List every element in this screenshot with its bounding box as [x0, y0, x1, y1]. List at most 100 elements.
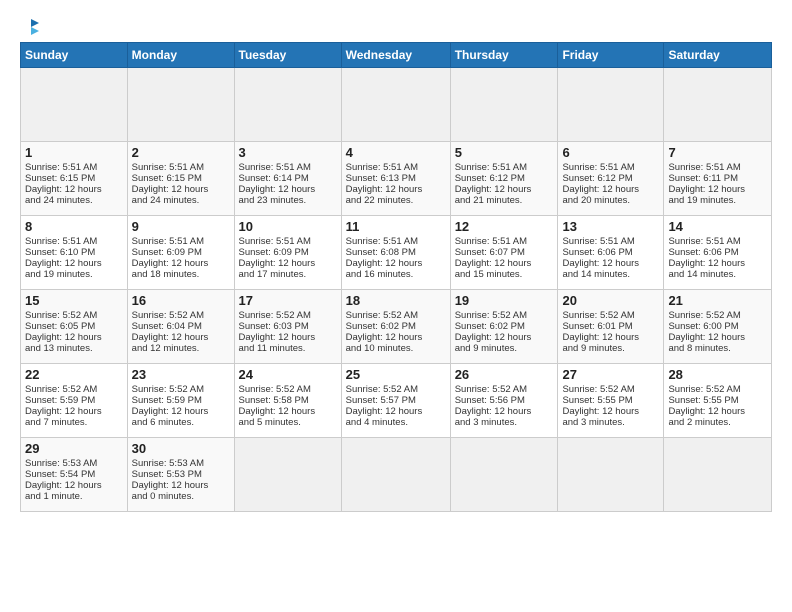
daylight-minutes: and 19 minutes.: [668, 195, 736, 206]
daylight-minutes: and 23 minutes.: [239, 195, 307, 206]
day-number: 27: [562, 367, 659, 382]
calendar-table: SundayMondayTuesdayWednesdayThursdayFrid…: [20, 42, 772, 512]
sunset-text: Sunset: 6:13 PM: [346, 173, 416, 184]
col-header-tuesday: Tuesday: [234, 43, 341, 68]
sunrise-text: Sunrise: 5:52 AM: [25, 384, 97, 395]
day-cell: [234, 68, 341, 142]
day-number: 3: [239, 145, 337, 160]
sunset-text: Sunset: 6:10 PM: [25, 247, 95, 258]
sunset-text: Sunset: 6:08 PM: [346, 247, 416, 258]
daylight-minutes: and 17 minutes.: [239, 269, 307, 280]
sunrise-text: Sunrise: 5:52 AM: [562, 384, 634, 395]
day-number: 4: [346, 145, 446, 160]
sunset-text: Sunset: 6:01 PM: [562, 321, 632, 332]
sunrise-text: Sunrise: 5:51 AM: [455, 236, 527, 247]
daylight-minutes: and 8 minutes.: [668, 343, 730, 354]
daylight-minutes: and 18 minutes.: [132, 269, 200, 280]
day-number: 26: [455, 367, 554, 382]
day-number: 7: [668, 145, 767, 160]
daylight-label: Daylight: 12 hours: [132, 406, 209, 417]
sunset-text: Sunset: 6:03 PM: [239, 321, 309, 332]
sunset-text: Sunset: 5:56 PM: [455, 395, 525, 406]
sunset-text: Sunset: 5:53 PM: [132, 469, 202, 480]
daylight-label: Daylight: 12 hours: [562, 406, 639, 417]
col-header-friday: Friday: [558, 43, 664, 68]
sunset-text: Sunset: 5:59 PM: [25, 395, 95, 406]
day-number: 21: [668, 293, 767, 308]
daylight-label: Daylight: 12 hours: [346, 332, 423, 343]
daylight-minutes: and 14 minutes.: [562, 269, 630, 280]
col-header-saturday: Saturday: [664, 43, 772, 68]
day-cell: 25 Sunrise: 5:52 AMSunset: 5:57 PMDayligh…: [341, 364, 450, 438]
col-header-thursday: Thursday: [450, 43, 558, 68]
day-cell: 4Sunrise: 5:51 AMSunset: 6:13 PMDaylight…: [341, 142, 450, 216]
daylight-label: Daylight: 12 hours: [346, 406, 423, 417]
sunset-text: Sunset: 6:12 PM: [455, 173, 525, 184]
day-cell: 29Sunrise: 5:53 AMSunset: 5:54 PMDayligh…: [21, 438, 128, 512]
day-cell: [450, 438, 558, 512]
sunrise-text: Sunrise: 5:51 AM: [132, 236, 204, 247]
daylight-minutes: and 2 minutes.: [668, 417, 730, 428]
day-number: 25: [346, 367, 446, 382]
sunset-text: Sunset: 5:55 PM: [668, 395, 738, 406]
sunset-text: Sunset: 6:07 PM: [455, 247, 525, 258]
daylight-label: Daylight: 12 hours: [455, 406, 532, 417]
day-cell: 26 Sunrise: 5:52 AMSunset: 5:56 PMDayligh…: [450, 364, 558, 438]
sunrise-text: Sunrise: 5:52 AM: [455, 384, 527, 395]
day-cell: [664, 68, 772, 142]
day-cell: 5Sunrise: 5:51 AMSunset: 6:12 PMDaylight…: [450, 142, 558, 216]
logo: [20, 18, 40, 32]
day-number: 11: [346, 219, 446, 234]
header: [20, 18, 772, 32]
sunset-text: Sunset: 6:12 PM: [562, 173, 632, 184]
col-header-sunday: Sunday: [21, 43, 128, 68]
sunrise-text: Sunrise: 5:51 AM: [668, 236, 740, 247]
day-cell: 19Sunrise: 5:52 AMSunset: 6:02 PMDayligh…: [450, 290, 558, 364]
day-cell: 22Sunrise: 5:52 AMSunset: 5:59 PMDayligh…: [21, 364, 128, 438]
day-cell: 10Sunrise: 5:51 AMSunset: 6:09 PMDayligh…: [234, 216, 341, 290]
sunrise-text: Sunrise: 5:51 AM: [346, 162, 418, 173]
sunrise-text: Sunrise: 5:52 AM: [346, 384, 418, 395]
daylight-minutes: and 10 minutes.: [346, 343, 414, 354]
sunrise-text: Sunrise: 5:51 AM: [239, 162, 311, 173]
daylight-label: Daylight: 12 hours: [132, 332, 209, 343]
day-number: 12: [455, 219, 554, 234]
daylight-minutes: and 21 minutes.: [455, 195, 523, 206]
sunset-text: Sunset: 6:14 PM: [239, 173, 309, 184]
day-number: 6: [562, 145, 659, 160]
sunrise-text: Sunrise: 5:51 AM: [25, 236, 97, 247]
daylight-label: Daylight: 12 hours: [239, 332, 316, 343]
daylight-minutes: and 6 minutes.: [132, 417, 194, 428]
sunrise-text: Sunrise: 5:53 AM: [132, 458, 204, 469]
sunrise-text: Sunrise: 5:52 AM: [455, 310, 527, 321]
daylight-label: Daylight: 12 hours: [668, 406, 745, 417]
day-number: 18: [346, 293, 446, 308]
daylight-minutes: and 15 minutes.: [455, 269, 523, 280]
col-header-wednesday: Wednesday: [341, 43, 450, 68]
day-number: 20: [562, 293, 659, 308]
day-number: 30: [132, 441, 230, 456]
sunset-text: Sunset: 5:57 PM: [346, 395, 416, 406]
daylight-label: Daylight: 12 hours: [346, 258, 423, 269]
logo-flag-icon: [22, 18, 40, 36]
day-cell: 7Sunrise: 5:51 AMSunset: 6:11 PMDaylight…: [664, 142, 772, 216]
daylight-minutes: and 3 minutes.: [455, 417, 517, 428]
day-number: 23: [132, 367, 230, 382]
col-header-monday: Monday: [127, 43, 234, 68]
week-row-2: 8Sunrise: 5:51 AMSunset: 6:10 PMDaylight…: [21, 216, 772, 290]
day-cell: 18Sunrise: 5:52 AMSunset: 6:02 PMDayligh…: [341, 290, 450, 364]
sunrise-text: Sunrise: 5:51 AM: [25, 162, 97, 173]
sunrise-text: Sunrise: 5:52 AM: [346, 310, 418, 321]
day-cell: [558, 438, 664, 512]
day-number: 8: [25, 219, 123, 234]
sunset-text: Sunset: 6:11 PM: [668, 173, 738, 184]
daylight-minutes: and 11 minutes.: [239, 343, 306, 354]
day-cell: 14Sunrise: 5:51 AMSunset: 6:06 PMDayligh…: [664, 216, 772, 290]
daylight-minutes: and 12 minutes.: [132, 343, 200, 354]
day-cell: [127, 68, 234, 142]
daylight-minutes: and 9 minutes.: [455, 343, 517, 354]
week-row-1: 1Sunrise: 5:51 AMSunset: 6:15 PMDaylight…: [21, 142, 772, 216]
sunrise-text: Sunrise: 5:51 AM: [239, 236, 311, 247]
header-row: SundayMondayTuesdayWednesdayThursdayFrid…: [21, 43, 772, 68]
day-cell: 24Sunrise: 5:52 AMSunset: 5:58 PMDayligh…: [234, 364, 341, 438]
